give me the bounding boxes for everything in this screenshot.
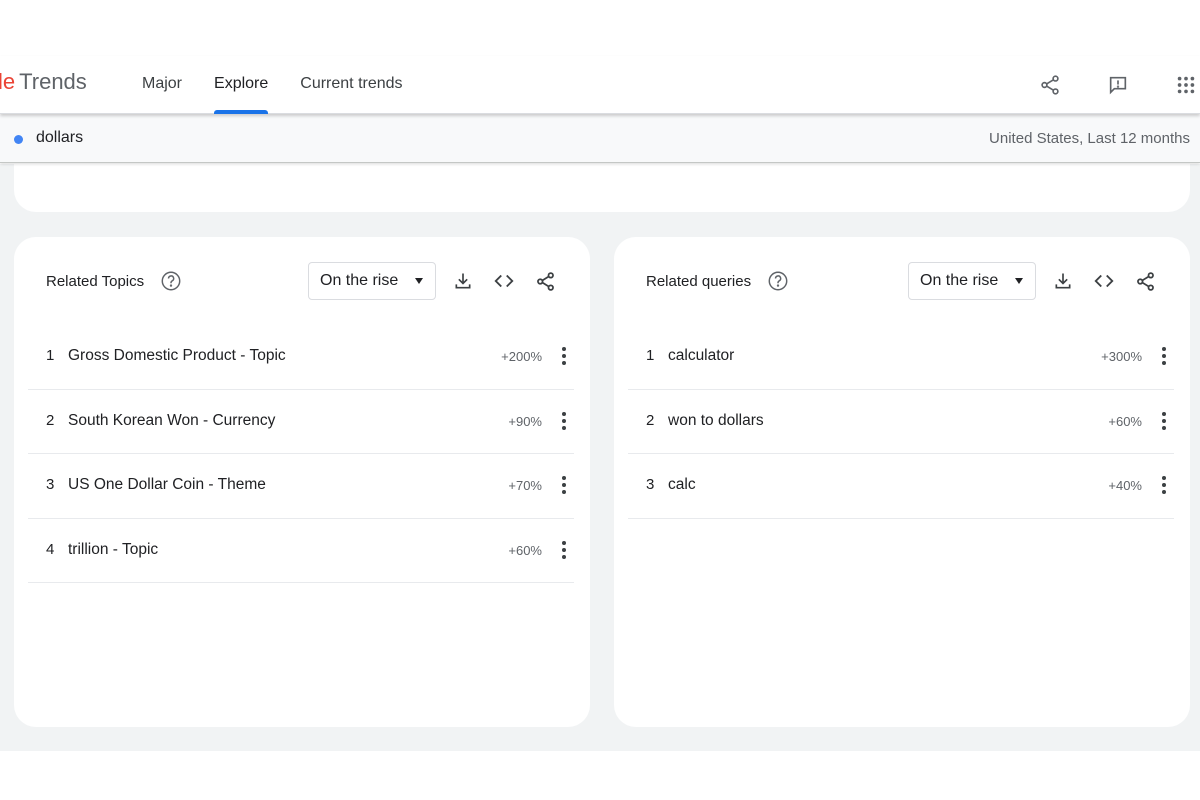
help-icon[interactable] — [767, 270, 789, 292]
logo-letter-e: e — [2, 69, 16, 94]
more-vert-icon[interactable] — [1160, 474, 1168, 496]
download-icon[interactable] — [1051, 269, 1075, 293]
related-queries-card: Related queries On the rise 1 calculator… — [614, 237, 1190, 727]
download-icon[interactable] — [451, 269, 475, 293]
list-item[interactable]: 3 US One Dollar Coin - Theme +70% — [28, 454, 574, 519]
list-item[interactable]: 3 calc +40% — [628, 454, 1174, 519]
card-header: Related queries On the rise — [614, 237, 1190, 325]
list-item[interactable]: 1 Gross Domestic Product - Topic +200% — [28, 325, 574, 390]
rank: 2 — [646, 411, 655, 429]
rise-value: +40% — [1108, 478, 1142, 493]
item-label[interactable]: calc — [668, 476, 696, 494]
share-icon[interactable] — [1133, 269, 1157, 293]
content-area: Related Topics On the rise 1 Gross Domes… — [0, 154, 1200, 751]
dropdown-value: On the rise — [320, 272, 399, 289]
embed-code-icon[interactable] — [492, 269, 516, 293]
topics-list: 1 Gross Domestic Product - Topic +200% 2… — [28, 325, 574, 583]
item-label[interactable]: South Korean Won - Currency — [68, 412, 275, 430]
feedback-icon[interactable] — [1106, 73, 1130, 97]
embed-code-icon[interactable] — [1092, 269, 1116, 293]
rank: 2 — [46, 411, 55, 429]
list-item[interactable]: 1 calculator +300% — [628, 325, 1174, 390]
more-vert-icon[interactable] — [1160, 410, 1168, 432]
list-item[interactable]: 2 South Korean Won - Currency +90% — [28, 390, 574, 454]
top-header: le Trends Major Explore Current trends — [0, 56, 1200, 114]
more-vert-icon[interactable] — [1160, 345, 1168, 367]
rank: 3 — [46, 476, 55, 493]
more-vert-icon[interactable] — [560, 410, 568, 432]
term-color-dot — [14, 135, 23, 144]
list-item[interactable]: 2 won to dollars +60% — [628, 390, 1174, 454]
rank: 1 — [646, 347, 655, 364]
rank: 4 — [46, 540, 55, 558]
search-scope: United States, Last 12 months — [989, 130, 1190, 147]
rise-value: +60% — [508, 542, 542, 558]
nav-tab-current-trends[interactable]: Current trends — [284, 56, 418, 114]
card-title: Related Topics — [46, 273, 145, 290]
help-icon[interactable] — [160, 270, 182, 292]
search-term-bar[interactable]: dollars United States, Last 12 months — [0, 115, 1200, 163]
dropdown-value: On the rise — [920, 272, 999, 289]
rank: 3 — [646, 476, 655, 493]
header-actions — [1016, 56, 1200, 114]
caret-down-icon — [415, 278, 423, 284]
rise-value: +200% — [501, 349, 542, 364]
rise-value: +300% — [1101, 349, 1142, 364]
item-label[interactable]: US One Dollar Coin - Theme — [68, 476, 266, 494]
logo-text: Trends — [19, 69, 87, 94]
share-icon[interactable] — [1038, 73, 1062, 97]
item-label[interactable]: won to dollars — [668, 412, 764, 430]
google-trends-logo[interactable]: le Trends — [0, 69, 87, 95]
caret-down-icon — [1015, 278, 1023, 284]
list-item[interactable]: 4 trillion - Topic +60% — [28, 519, 574, 583]
search-term[interactable]: dollars — [36, 129, 83, 147]
nav-tab-explore[interactable]: Explore — [198, 56, 284, 114]
apps-grid-icon[interactable] — [1174, 73, 1198, 97]
rise-value: +70% — [508, 478, 542, 493]
queries-list: 1 calculator +300% 2 won to dollars +60%… — [628, 325, 1174, 519]
rising-filter-dropdown[interactable]: On the rise — [908, 262, 1036, 300]
related-topics-card: Related Topics On the rise 1 Gross Domes… — [14, 237, 590, 727]
card-header: Related Topics On the rise — [14, 237, 590, 325]
more-vert-icon[interactable] — [560, 474, 568, 496]
more-vert-icon[interactable] — [560, 345, 568, 367]
trends-app: le Trends Major Explore Current trends d… — [0, 0, 1200, 800]
rising-filter-dropdown[interactable]: On the rise — [308, 262, 436, 300]
item-label[interactable]: calculator — [668, 347, 734, 365]
card-title: Related queries — [646, 273, 752, 290]
share-icon[interactable] — [533, 269, 557, 293]
rise-value: +90% — [508, 413, 542, 429]
rank: 1 — [46, 347, 55, 364]
rise-value: +60% — [1108, 413, 1142, 429]
more-vert-icon[interactable] — [560, 539, 568, 561]
item-label[interactable]: trillion - Topic — [68, 541, 158, 559]
nav-tab-major[interactable]: Major — [126, 56, 198, 114]
main-nav: Major Explore Current trends — [126, 56, 419, 114]
item-label[interactable]: Gross Domestic Product - Topic — [68, 347, 286, 365]
